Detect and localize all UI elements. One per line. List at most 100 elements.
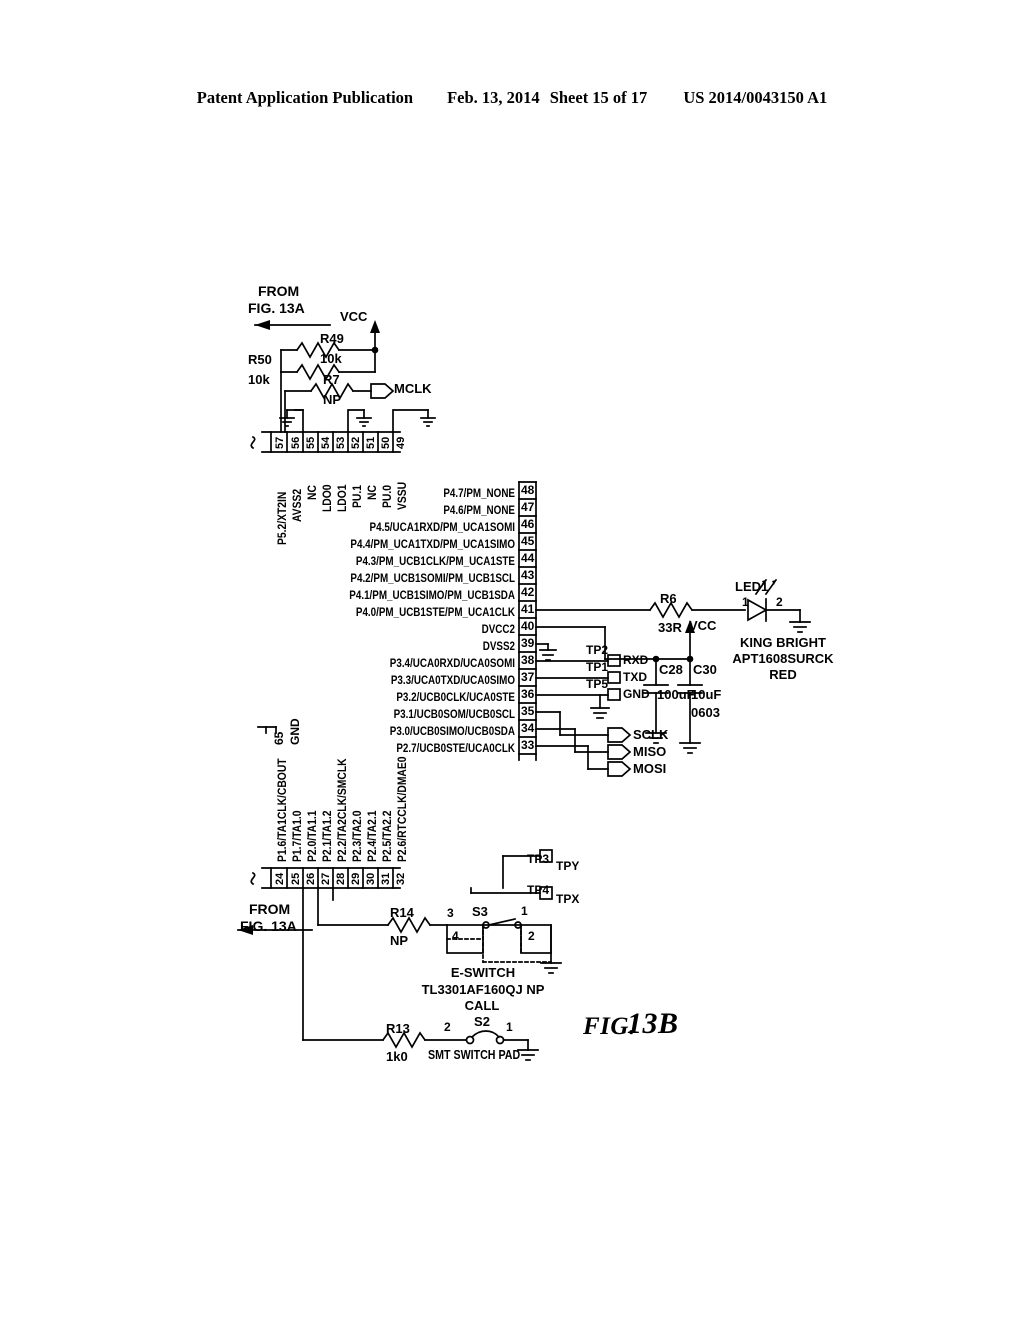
- pin-number-30: 30: [365, 872, 377, 885]
- pin-label-30: P2.4/TA2.1: [365, 810, 379, 862]
- pin-label-29: P2.3/TA2.0: [350, 810, 364, 862]
- led1-pin-a: 1: [742, 595, 749, 609]
- mosi-net-label: MOSI: [633, 761, 667, 776]
- pin51-gnd-lead: [347, 409, 365, 433]
- sclk-port-flag: [607, 727, 632, 743]
- tp1-net: TXD: [623, 670, 647, 684]
- pin55-gnd-lead: [294, 409, 304, 433]
- pin-label-25: P1.7/TA1.0: [290, 810, 304, 862]
- s3-actuator-arm: [487, 917, 517, 927]
- r13-ref: R13: [386, 1021, 410, 1036]
- pin-number-38: 38: [521, 653, 535, 667]
- c30-ref: C30: [693, 662, 717, 677]
- pin-number-36: 36: [521, 687, 535, 701]
- pin-number-50: 50: [380, 436, 392, 449]
- s2-pin-2: 2: [444, 1020, 451, 1034]
- tp5-net: GND: [623, 687, 650, 701]
- led1-manufacturer: KING BRIGHT: [740, 635, 826, 650]
- s3-part: TL3301AF160QJ NP: [421, 982, 545, 997]
- r6-ref: R6: [660, 591, 677, 606]
- pin-number-46: 46: [521, 517, 535, 531]
- mclk-port-flag: [370, 383, 395, 399]
- s3-pin-1: 1: [521, 904, 528, 918]
- pin-label-42: P4.1/PM_UCB1SIMO/PM_UCB1SDA: [349, 588, 515, 602]
- pin-number-40: 40: [521, 619, 535, 633]
- c30-value: 10uF: [691, 687, 722, 702]
- r49-ref: R49: [320, 331, 344, 346]
- pin-number-33: 33: [521, 738, 535, 752]
- r50-value: 10k: [248, 372, 270, 387]
- from-fig13a-label-top-line1: FROM: [258, 283, 300, 299]
- s2-type: SMT SWITCH PAD: [428, 1047, 521, 1062]
- top-bus-break-squiggle: [250, 435, 256, 450]
- mosi-port-flag: [607, 761, 632, 777]
- pin-label-45: P4.4/PM_UCA1TXD/PM_UCA1SIMO: [350, 537, 515, 551]
- pin-number-54: 54: [320, 436, 332, 449]
- miso-port-flag: [607, 744, 632, 760]
- pin-number-35: 35: [521, 704, 535, 718]
- pin-number-65: 65: [272, 731, 286, 745]
- r13-value: 1k0: [386, 1049, 408, 1064]
- pin-label-35: P3.1/UCB0SOM/UCB0SCL: [393, 707, 515, 721]
- mclk-net-label: MCLK: [394, 381, 432, 396]
- pin-number-48: 48: [521, 483, 535, 497]
- s2-name: CALL: [464, 998, 500, 1013]
- pin-label-47: P4.6/PM_NONE: [443, 503, 515, 517]
- pin-number-24: 24: [274, 872, 286, 885]
- tp2-ref: TP2: [586, 643, 609, 657]
- led1-part: APT1608SURCK: [732, 651, 834, 666]
- s2-dome-arc: [470, 1030, 501, 1039]
- pin-label-41: P4.0/PM_UCB1STE/PM_UCA1CLK: [355, 605, 515, 619]
- pin-label-39: DVSS2: [482, 639, 515, 653]
- c28-value: 100uF: [657, 687, 695, 702]
- pin-number-39: 39: [521, 636, 535, 650]
- pin-number-25: 25: [290, 872, 302, 885]
- miso-diag: [536, 729, 608, 752]
- pin-number-53: 53: [335, 436, 347, 449]
- r6-value: 33R: [658, 620, 682, 635]
- r7-ref: R7: [323, 372, 340, 387]
- from-fig13a-label-bottom-line1: FROM: [249, 901, 291, 917]
- pin-number-49: 49: [395, 436, 407, 449]
- pin-label-28: P2.2/TA2CLK/SMCLK: [335, 758, 349, 862]
- tp5-ref: TP5: [586, 677, 609, 691]
- tp1-ref: TP1: [586, 660, 609, 674]
- pin-number-43: 43: [521, 568, 535, 582]
- pin-number-28: 28: [335, 872, 347, 885]
- pin-label-46: P4.5/UCA1RXD/PM_UCA1SOMI: [369, 520, 515, 534]
- vcc-junction-dot: [371, 346, 379, 354]
- pin-label-26: P2.0/TA1.1: [305, 810, 319, 862]
- tp3-net: TPY: [556, 859, 580, 873]
- pin-number-45: 45: [521, 534, 535, 548]
- pin-label-43: P4.2/PM_UCB1SOMI/PM_UCB1SCL: [350, 571, 515, 585]
- pin-label-57: P5.2/XT2IN: [275, 491, 289, 545]
- pin-label-44: P4.3/PM_UCB1CLK/PM_UCA1STE: [355, 554, 515, 568]
- s2-ref: S2: [474, 1014, 490, 1029]
- s3-pin-3: 3: [447, 906, 454, 920]
- pin-number-31: 31: [380, 872, 392, 885]
- r14-body: [386, 916, 432, 934]
- tp4-ref: TP4: [527, 883, 550, 897]
- pin-label-37: P3.3/UCA0TXD/UCA0SIMO: [390, 673, 515, 687]
- pin-number-56: 56: [290, 436, 302, 449]
- tp3-ref: TP3: [527, 852, 550, 866]
- pin-number-55: 55: [305, 436, 317, 449]
- led1-pin-k: 2: [776, 595, 783, 609]
- pin-number-27: 27: [320, 872, 332, 885]
- s3-pin-4: 4: [452, 929, 459, 943]
- pin-label-48: P4.7/PM_NONE: [443, 486, 515, 500]
- s2-pin-1: 1: [506, 1020, 513, 1034]
- from-fig13a-label-top-line2: FIG. 13A: [248, 300, 305, 316]
- bottom-bus-break-squiggle: [250, 871, 256, 886]
- pin-number-32: 32: [395, 872, 407, 885]
- tp4-net: TPX: [556, 892, 580, 906]
- r14-ref: R14: [390, 905, 414, 920]
- pin-number-26: 26: [305, 872, 317, 885]
- tp2-pad: [607, 654, 621, 667]
- s3-right-body: [520, 924, 552, 954]
- pin-label-27: P2.1/TA1.2: [320, 810, 334, 862]
- pin-number-44: 44: [521, 551, 535, 565]
- r50-ref: R50: [248, 352, 272, 367]
- led1-ref: LED1: [735, 579, 769, 594]
- figure-label-number: 13B: [627, 1007, 679, 1040]
